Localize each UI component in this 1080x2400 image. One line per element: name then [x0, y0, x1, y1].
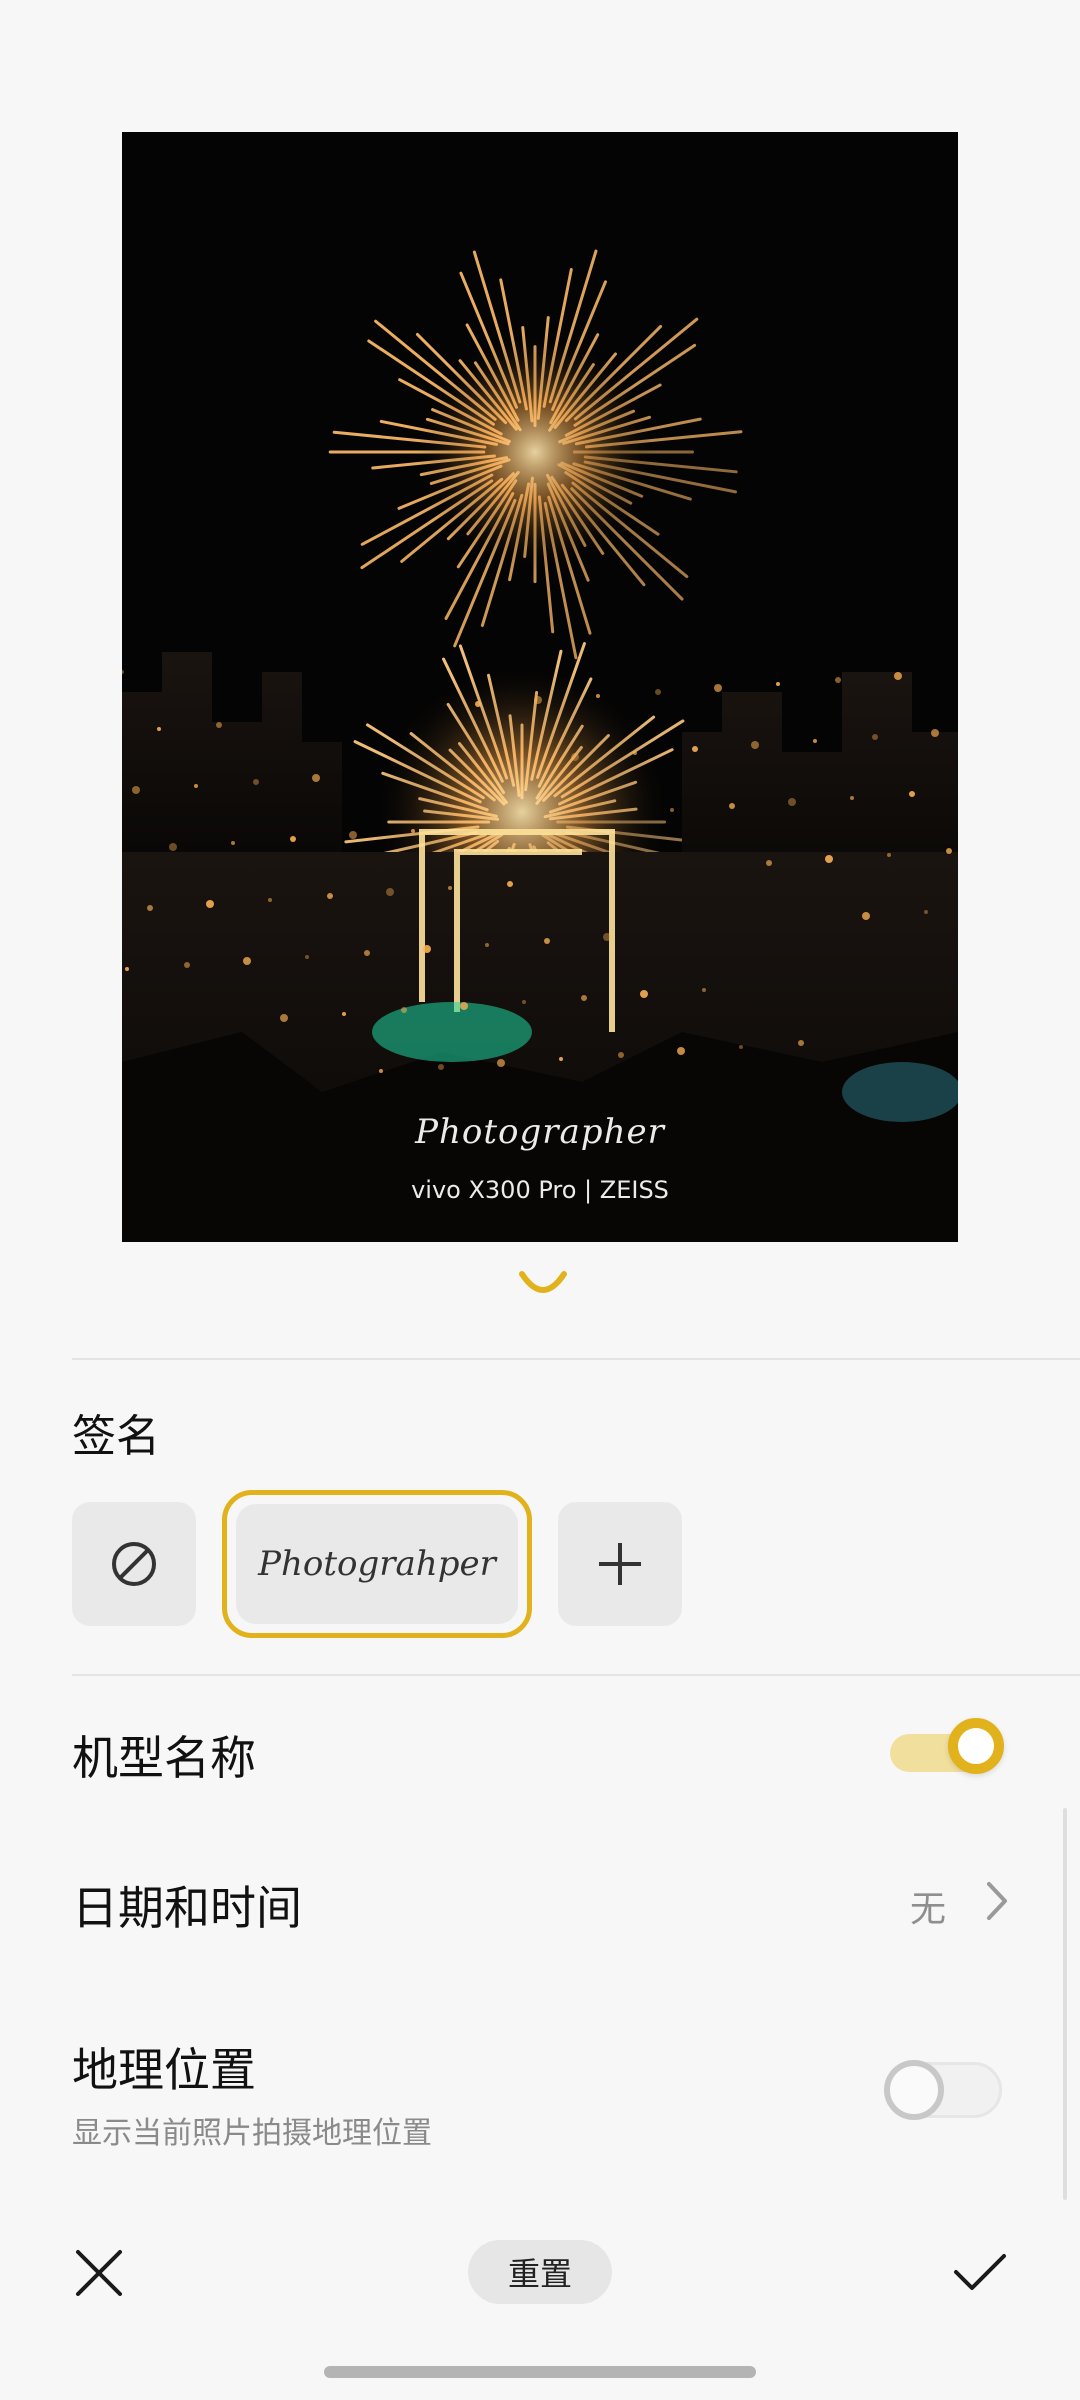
chevron-right-icon[interactable]	[984, 1880, 1010, 1922]
divider	[72, 1358, 1080, 1360]
date-time-label: 日期和时间	[72, 1881, 302, 1935]
reset-button[interactable]: 重置	[468, 2240, 612, 2304]
signature-title: 签名	[72, 1411, 160, 1462]
location-description: 显示当前照片拍摄地理位置	[72, 2116, 432, 2151]
plus-icon	[599, 1543, 641, 1585]
add-signature-button[interactable]	[558, 1502, 682, 1626]
location-toggle[interactable]	[884, 2060, 1008, 2122]
location-label: 地理位置	[72, 2043, 256, 2097]
check-icon[interactable]	[952, 2250, 1008, 2294]
signature-option-selected[interactable]: Photograhper	[222, 1490, 532, 1638]
photo-preview: Photographer vivo X300 Pro | ZEISS	[122, 132, 958, 1242]
signature-option-label: Photograhper	[236, 1504, 518, 1624]
toggle-knob	[884, 2060, 944, 2120]
scrollbar[interactable]	[1063, 1808, 1067, 2200]
fireworks-photo	[122, 132, 958, 1242]
home-indicator	[324, 2366, 756, 2378]
model-name-label: 机型名称	[72, 1731, 256, 1785]
signature-none-option[interactable]	[72, 1502, 196, 1626]
close-icon[interactable]	[74, 2248, 124, 2298]
model-name-toggle[interactable]	[890, 1718, 1014, 1782]
divider	[72, 1674, 1080, 1676]
date-time-value[interactable]: 无	[910, 1880, 946, 1932]
panel-drag-handle[interactable]	[518, 1268, 568, 1308]
watermark-model: vivo X300 Pro | ZEISS	[411, 1176, 669, 1204]
none-icon	[112, 1542, 156, 1586]
toggle-knob	[948, 1718, 1004, 1774]
watermark-signature: Photographer	[415, 1112, 665, 1152]
